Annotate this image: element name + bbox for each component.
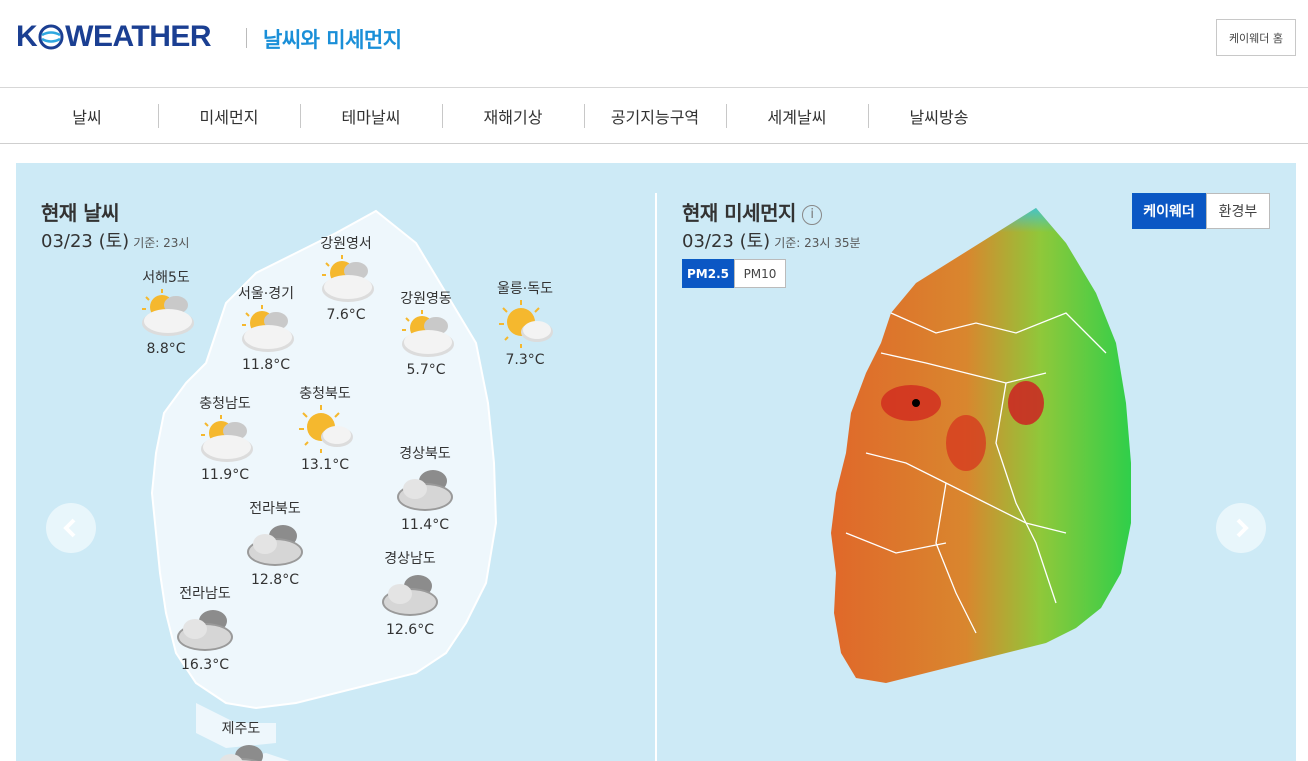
station-temp: 8.8°C	[146, 341, 186, 357]
station-temp: 13.1°C	[301, 457, 349, 473]
weather-station[interactable]: 경상남도 12.6°C	[365, 548, 455, 638]
logo-text-k: K	[16, 20, 38, 53]
fine-dust-heatmap	[831, 208, 1131, 683]
partly-sunny-icon	[499, 300, 553, 348]
weather-station[interactable]: 충청북도 13.1°C	[280, 383, 370, 473]
chevron-left-icon	[63, 518, 76, 538]
nav-item-disaster-weather[interactable]: 재해기상	[442, 88, 584, 144]
weather-station[interactable]: 경상북도 11.4°C	[380, 443, 470, 533]
station-name: 경상남도	[384, 551, 436, 567]
kweather-home-button[interactable]: 케이웨더 홈	[1216, 19, 1296, 56]
station-temp: 16.3°C	[181, 657, 229, 673]
weather-station[interactable]: 전라북도 12.8°C	[230, 498, 320, 588]
site-subtitle[interactable]: 날씨와 미세먼지	[263, 24, 402, 54]
prev-arrow-button[interactable]	[46, 503, 96, 553]
nav-item-air-intelligence[interactable]: 공기지능구역	[584, 88, 726, 144]
station-name: 서해5도	[142, 270, 190, 286]
weather-station[interactable]: 서해5도 8.8°C	[121, 267, 211, 357]
weather-station[interactable]: 충청남도 11.9°C	[180, 393, 270, 483]
partly-sunny-icon	[299, 405, 353, 453]
station-temp: 11.9°C	[201, 467, 249, 483]
next-arrow-button[interactable]	[1216, 503, 1266, 553]
chevron-right-icon	[1236, 518, 1249, 538]
logo-globe-icon	[38, 24, 64, 50]
station-name: 제주도	[221, 721, 261, 737]
main-content: 현재 날씨 03/23 (토) 기준: 23시 서해5도 8.8°C 서울·경기 …	[16, 163, 1296, 761]
partly-cloudy-icon	[142, 289, 194, 336]
station-temp: 12.6°C	[386, 622, 434, 638]
station-name: 충청북도	[299, 386, 351, 402]
station-temp: 7.3°C	[505, 352, 545, 368]
partly-cloudy-icon	[201, 415, 253, 462]
cloudy-icon	[247, 525, 303, 566]
weather-station[interactable]: 울릉·독도 7.3°C	[480, 278, 570, 368]
weather-panel-title: 현재 날씨	[41, 201, 120, 225]
station-temp: 5.7°C	[406, 362, 446, 378]
partly-cloudy-icon	[322, 255, 374, 302]
station-temp: 11.8°C	[242, 357, 290, 373]
station-name: 전라북도	[249, 501, 301, 517]
panel-divider	[655, 193, 657, 761]
main-nav: 날씨 미세먼지 테마날씨 재해기상 공기지능구역 세계날씨 날씨방송	[0, 88, 1308, 144]
nav-item-theme-weather[interactable]: 테마날씨	[300, 88, 442, 144]
partly-cloudy-icon	[402, 310, 454, 357]
station-name: 강원영동	[400, 291, 452, 307]
station-temp: 11.4°C	[401, 517, 449, 533]
weather-station[interactable]: 전라남도 16.3°C	[160, 583, 250, 673]
dust-panel-title: 현재 미세먼지 i	[682, 197, 822, 226]
station-name: 서울·경기	[238, 286, 294, 302]
weather-station[interactable]: 강원영동 5.7°C	[381, 288, 471, 378]
station-name: 충청남도	[199, 396, 251, 412]
nav-item-world-weather[interactable]: 세계날씨	[726, 88, 868, 144]
partly-cloudy-icon	[242, 305, 294, 352]
weather-station[interactable]: 제주도	[196, 718, 286, 761]
site-header: K WEATHER 날씨와 미세먼지 케이웨더 홈	[0, 0, 1308, 88]
dust-date-text: 03/23 (토)	[682, 231, 771, 252]
cloudy-icon	[219, 745, 263, 761]
station-temp: 7.6°C	[326, 307, 366, 323]
ministry-source-tab[interactable]: 환경부	[1206, 193, 1270, 229]
nav-item-weather-broadcast[interactable]: 날씨방송	[868, 88, 1010, 144]
cloudy-icon	[177, 610, 233, 651]
station-name: 울릉·독도	[497, 281, 553, 297]
pm10-tab[interactable]: PM10	[734, 259, 786, 288]
header-divider	[246, 28, 247, 48]
station-name: 전라남도	[179, 586, 231, 602]
pm-toggle: PM2.5 PM10	[682, 259, 786, 288]
station-name: 강원영서	[320, 236, 372, 252]
cloudy-icon	[397, 470, 453, 511]
station-name: 경상북도	[399, 446, 451, 462]
weather-station[interactable]: 강원영서 7.6°C	[301, 233, 391, 323]
kweather-logo[interactable]: K WEATHER	[16, 20, 212, 53]
nav-item-fine-dust[interactable]: 미세먼지	[158, 88, 300, 144]
cloudy-icon	[382, 575, 438, 616]
logo-text-weather: WEATHER	[65, 20, 212, 53]
pm25-tab[interactable]: PM2.5	[682, 259, 734, 288]
weather-station[interactable]: 서울·경기 11.8°C	[221, 283, 311, 373]
nav-item-weather[interactable]: 날씨	[16, 88, 158, 144]
dust-title-text: 현재 미세먼지	[682, 201, 796, 225]
